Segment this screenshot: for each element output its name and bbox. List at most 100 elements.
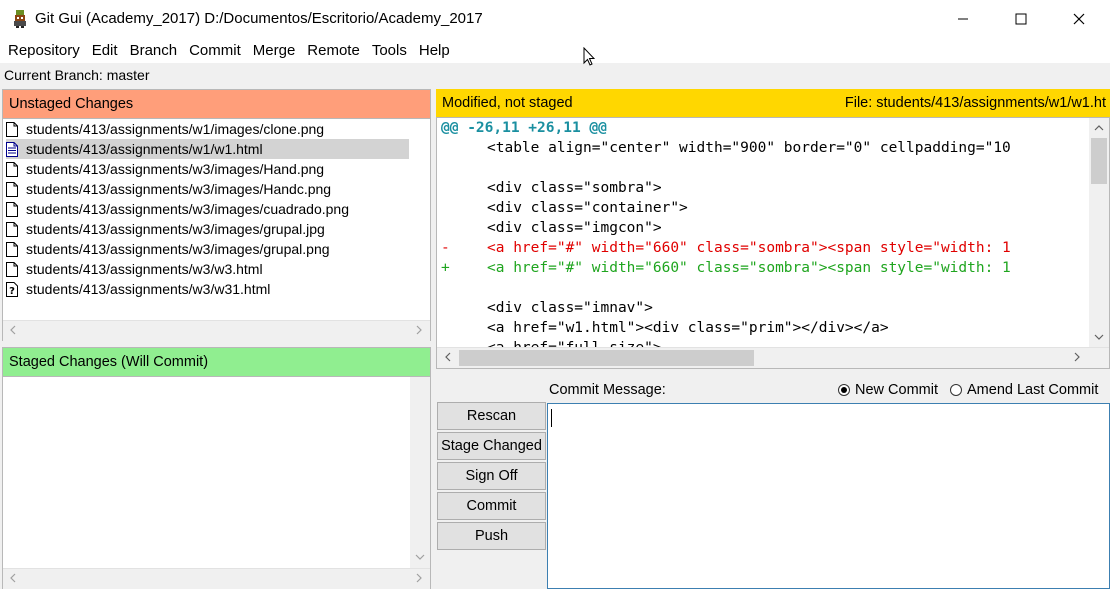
file-icon[interactable] (6, 161, 18, 177)
unstaged-file-row[interactable]: students/413/assignments/w3/images/Hand.… (6, 159, 409, 179)
scroll-down-arrow-icon[interactable] (412, 549, 428, 565)
staged-vertical-scrollbar[interactable] (410, 377, 430, 568)
close-button[interactable] (1056, 0, 1102, 38)
window-title: Git Gui (Academy_2017) D:/Documentos/Esc… (35, 10, 483, 27)
commit-message-label: Commit Message: (549, 382, 666, 398)
svg-text:?: ? (9, 286, 15, 297)
unstaged-file-name: students/413/assignments/w1/w1.html (26, 141, 263, 157)
unstaged-file-row[interactable]: ? students/413/assignments/w3/w31.html (6, 279, 409, 299)
unstaged-file-row[interactable]: students/413/assignments/w3/w3.html (6, 259, 409, 279)
menu-remote[interactable]: Remote (301, 38, 366, 63)
file-icon[interactable] (6, 121, 18, 137)
amend-last-commit-radio[interactable]: Amend Last Commit (950, 382, 1098, 398)
file-icon[interactable] (6, 221, 18, 237)
menu-edit[interactable]: Edit (86, 38, 124, 63)
staged-changes-header: Staged Changes (Will Commit) (3, 348, 430, 377)
unstaged-file-name: students/413/assignments/w3/images/Hand.… (26, 161, 325, 177)
close-icon (1073, 13, 1085, 25)
stage-changed-button[interactable]: Stage Changed (437, 432, 546, 460)
unstaged-file-list: students/413/assignments/w1/images/clone… (3, 119, 430, 321)
diff-line-ctx: <a href="w1.html"><div class="prim"></di… (437, 318, 889, 338)
diff-horizontal-scrollbar[interactable] (437, 347, 1109, 368)
diff-line-text: <div class="imnav"> (487, 300, 653, 316)
amend-last-commit-label: Amend Last Commit (967, 382, 1099, 398)
unstaged-file-row[interactable]: students/413/assignments/w3/images/grupa… (6, 239, 409, 259)
diff-line-ctx: <div class="imgcon"> (437, 218, 662, 238)
commit-message-input[interactable] (547, 403, 1110, 589)
untracked-file-icon[interactable]: ? (6, 281, 18, 297)
menu-repository[interactable]: Repository (2, 38, 86, 63)
unstaged-file-name: students/413/assignments/w1/images/clone… (26, 121, 325, 137)
diff-line-ctx: <div class="sombra"> (437, 178, 662, 198)
rescan-button[interactable]: Rescan (437, 402, 546, 430)
menu-help[interactable]: Help (413, 38, 456, 63)
git-gui-app-icon (12, 10, 28, 28)
diff-line-text: <a href="#" width="660" class="sombra"><… (487, 260, 1011, 276)
sign-off-button[interactable]: Sign Off (437, 462, 546, 490)
staged-changes-pane: Staged Changes (Will Commit) (2, 347, 431, 589)
scroll-up-arrow-icon[interactable] (1091, 120, 1107, 136)
menu-branch[interactable]: Branch (124, 38, 184, 63)
push-button[interactable]: Push (437, 522, 546, 550)
diff-line-hunk: @@ -26,11 +26,11 @@ (437, 118, 607, 138)
minimize-button[interactable] (940, 0, 986, 38)
diff-vertical-scroll-thumb[interactable] (1091, 138, 1107, 184)
unstaged-file-name: students/413/assignments/w3/w31.html (26, 281, 271, 297)
diff-vertical-scrollbar[interactable] (1089, 118, 1109, 347)
minimize-icon (958, 18, 968, 20)
scroll-right-arrow-icon[interactable] (411, 322, 427, 338)
unstaged-file-name: students/413/assignments/w3/images/cuadr… (26, 201, 349, 217)
maximize-button[interactable] (998, 0, 1044, 38)
diff-viewer[interactable]: @@ -26,11 +26,11 @@ <table align="center"… (436, 117, 1110, 369)
unstaged-file-name: students/413/assignments/w3/images/grupa… (26, 241, 330, 257)
diff-line-marker: - (441, 240, 450, 256)
diff-line-del: - <a href="#" width="660" class="sombra">… (437, 238, 1011, 258)
scroll-left-arrow-icon[interactable] (5, 322, 21, 338)
file-icon[interactable] (6, 261, 18, 277)
unstaged-changes-pane: Unstaged Changes students/413/assignment… (2, 89, 431, 341)
commit-button[interactable]: Commit (437, 492, 546, 520)
unstaged-horizontal-scrollbar[interactable] (3, 320, 430, 341)
diff-line-ctx: <table align="center" width="900" border… (437, 138, 1011, 158)
diff-line-marker: + (441, 260, 450, 276)
radio-unselected-icon (950, 384, 962, 396)
scroll-left-arrow-icon[interactable] (440, 349, 456, 365)
unstaged-file-row[interactable]: students/413/assignments/w3/images/Handc… (6, 179, 409, 199)
menu-commit[interactable]: Commit (183, 38, 247, 63)
menu-tools[interactable]: Tools (366, 38, 413, 63)
diff-line-text: <a href="w1.html"><div class="prim"></di… (487, 320, 889, 336)
radio-selected-icon (838, 384, 850, 396)
unstaged-file-row[interactable]: students/413/assignments/w1/w1.html (6, 139, 409, 159)
diff-line-text: <div class="sombra"> (487, 180, 662, 196)
diff-line-ctx: <div class="container"> (437, 198, 688, 218)
file-icon[interactable] (6, 201, 18, 217)
modified-file-icon[interactable] (6, 141, 18, 157)
scroll-down-arrow-icon[interactable] (1091, 329, 1107, 345)
diff-line-text: <a href="#" width="660" class="sombra"><… (487, 240, 1011, 256)
diff-line-ctx (437, 158, 487, 178)
diff-line-text: <a href="full size"> (487, 340, 662, 347)
text-caret (551, 409, 552, 427)
scroll-left-arrow-icon[interactable] (5, 570, 21, 586)
menu-bar: Repository Edit Branch Commit Merge Remo… (0, 38, 1110, 63)
diff-status-label: Modified, not staged (442, 95, 573, 111)
diff-line-add: + <a href="#" width="660" class="sombra">… (437, 258, 1011, 278)
file-icon[interactable] (6, 181, 18, 197)
unstaged-file-row[interactable]: students/413/assignments/w3/images/cuadr… (6, 199, 409, 219)
unstaged-file-row[interactable]: students/413/assignments/w3/images/grupa… (6, 219, 409, 239)
diff-horizontal-scroll-thumb[interactable] (459, 350, 754, 366)
diff-line-ctx: <div class="imnav"> (437, 298, 653, 318)
scroll-right-arrow-icon[interactable] (1069, 349, 1085, 365)
menu-merge[interactable]: Merge (247, 38, 302, 63)
unstaged-changes-header: Unstaged Changes (3, 90, 430, 119)
diff-file-label: File: students/413/assignments/w1/w1.ht (844, 95, 1106, 111)
scroll-right-arrow-icon[interactable] (411, 570, 427, 586)
diff-header: Modified, not staged File: students/413/… (436, 89, 1110, 117)
staged-horizontal-scrollbar[interactable] (3, 568, 430, 589)
diff-lines: @@ -26,11 +26,11 @@ <table align="center"… (437, 118, 1089, 347)
unstaged-file-row[interactable]: students/413/assignments/w1/images/clone… (6, 119, 409, 139)
diff-line-text: <div class="imgcon"> (487, 220, 662, 236)
file-icon[interactable] (6, 241, 18, 257)
new-commit-radio[interactable]: New Commit (838, 382, 938, 398)
staged-file-list (3, 377, 430, 568)
